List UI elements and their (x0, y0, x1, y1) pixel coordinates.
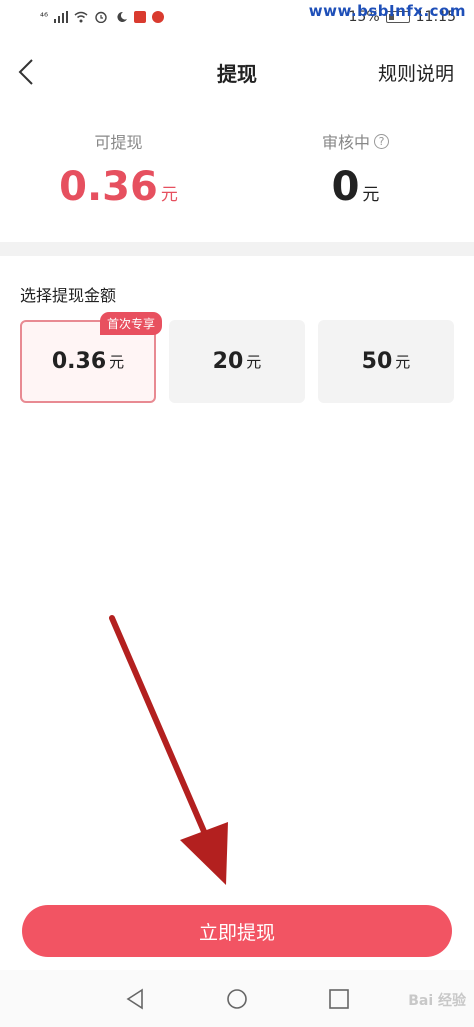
site-watermark: www.bsbInfx.com (308, 2, 466, 20)
available-label: 可提现 (94, 133, 143, 152)
amount-option-20[interactable]: 20 元 (169, 320, 305, 403)
option-unit: 元 (395, 353, 411, 371)
first-time-tag: 首次专享 (99, 312, 162, 335)
option-unit: 元 (109, 353, 125, 371)
select-amount-label: 选择提现金额 (20, 286, 117, 305)
back-triangle-icon[interactable] (122, 986, 148, 1012)
rules-link[interactable]: 规则说明 (378, 59, 454, 86)
status-icons-left: ⁴⁶ (40, 11, 165, 23)
available-balance: 可提现 0.36 元 (0, 130, 237, 210)
option-value: 20 (212, 349, 244, 374)
app-notification-icon (134, 11, 147, 23)
pending-label: 审核中 (321, 133, 370, 152)
help-icon[interactable]: ? (374, 133, 389, 149)
pending-label-row: 审核中 ? (237, 130, 474, 152)
section-divider (0, 242, 474, 256)
amount-option-0.36[interactable]: 首次专享 0.36 元 (20, 312, 162, 403)
available-unit: 元 (160, 185, 178, 205)
home-circle-icon[interactable] (224, 986, 250, 1012)
alarm-icon (95, 11, 107, 23)
available-value: 0.36 (59, 164, 158, 210)
moon-icon (117, 11, 128, 22)
option-unit: 元 (246, 353, 262, 371)
wifi-icon (74, 11, 88, 23)
nav-bar: 提现 规则说明 (0, 44, 474, 100)
baidu-watermark: Bai 经验 (408, 993, 466, 1009)
recents-square-icon[interactable] (326, 986, 352, 1012)
withdraw-now-button[interactable]: 立即提现 (22, 905, 452, 957)
pending-value: 0 (331, 164, 360, 210)
pending-unit: 元 (362, 185, 380, 205)
balance-summary: 可提现 0.36 元 审核中 ? 0 元 (0, 130, 474, 220)
signal-bars-icon (54, 11, 69, 23)
option-value: 0.36 (51, 349, 107, 374)
pending-balance: 审核中 ? 0 元 (237, 130, 474, 210)
amount-option-50[interactable]: 50 元 (318, 320, 454, 403)
signal-icon: ⁴⁶ (40, 11, 49, 23)
available-amount: 0.36 元 (0, 164, 237, 210)
app-notification-icon-2 (152, 11, 165, 23)
pending-amount: 0 元 (237, 164, 474, 210)
option-value: 50 (361, 349, 393, 374)
system-navigation-bar: Bai 经验 (0, 970, 474, 1027)
